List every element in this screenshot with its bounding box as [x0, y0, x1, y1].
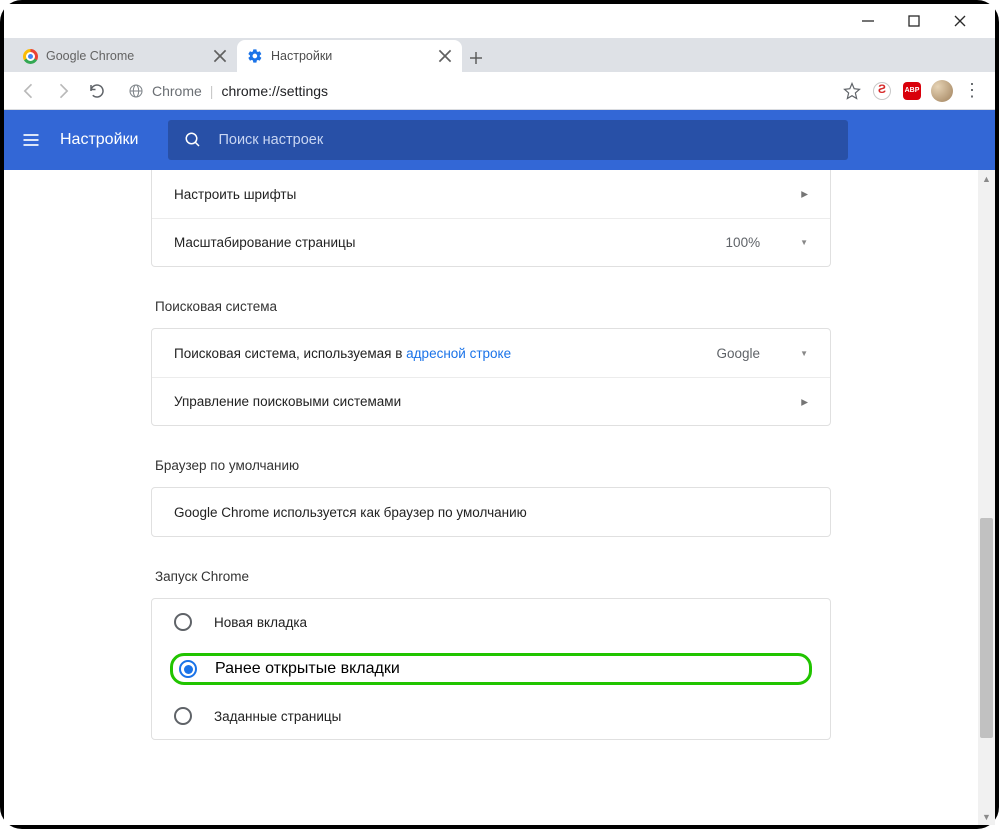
page-zoom-dropdown[interactable]: 100% ▼	[726, 235, 808, 250]
section-search-engine: Поисковая система	[155, 299, 831, 314]
vertical-scrollbar[interactable]: ▲ ▼	[978, 170, 995, 825]
dropdown-value: 100%	[726, 235, 761, 250]
tab-google-chrome[interactable]: Google Chrome	[12, 40, 237, 72]
startup-card: Новая вкладка Ранее открытые вкладки Зад…	[151, 598, 831, 740]
default-browser-row: Google Chrome используется как браузер п…	[152, 488, 830, 536]
chrome-menu-button[interactable]: ⋮	[961, 80, 983, 102]
row-label: Управление поисковыми системами	[174, 394, 401, 409]
back-button[interactable]	[16, 78, 42, 104]
default-browser-card: Google Chrome используется как браузер п…	[151, 487, 831, 537]
caret-down-icon: ▼	[800, 349, 808, 358]
toolbar: Chrome | chrome://settings ABP ⋮	[4, 72, 995, 110]
settings-header: Настройки	[4, 110, 995, 170]
settings-content: Настроить шрифты ▸ Масштабирование стран…	[4, 170, 978, 825]
window-controls-bar	[4, 4, 995, 38]
tab-title: Настройки	[271, 49, 430, 63]
tab-strip: Google Chrome Настройки	[4, 38, 995, 72]
tab-close-icon[interactable]	[438, 49, 452, 63]
chevron-right-icon: ▸	[801, 394, 808, 410]
reload-button[interactable]	[84, 78, 110, 104]
profile-avatar[interactable]	[931, 80, 953, 102]
manage-search-engines-row[interactable]: Управление поисковыми системами ▸	[152, 377, 830, 425]
adblock-extension-icon[interactable]: ABP	[901, 80, 923, 102]
tab-title: Google Chrome	[46, 49, 205, 63]
site-info-icon[interactable]	[128, 83, 144, 99]
window-minimize-button[interactable]	[859, 12, 877, 30]
radio-icon	[174, 613, 192, 631]
appearance-card: Настроить шрифты ▸ Масштабирование стран…	[151, 170, 831, 267]
radio-icon	[179, 660, 197, 678]
settings-search[interactable]	[168, 120, 848, 160]
row-label: Масштабирование страницы	[174, 235, 355, 250]
search-icon	[184, 131, 202, 149]
window-maximize-button[interactable]	[905, 12, 923, 30]
settings-viewport: Настроить шрифты ▸ Масштабирование стран…	[4, 170, 995, 825]
chevron-right-icon: ▸	[801, 186, 808, 202]
startup-option-specific-pages[interactable]: Заданные страницы	[152, 693, 830, 739]
radio-label: Ранее открытые вкладки	[215, 660, 400, 678]
window-close-button[interactable]	[951, 12, 969, 30]
yandex-extension-icon[interactable]	[871, 80, 893, 102]
forward-button[interactable]	[50, 78, 76, 104]
startup-option-continue[interactable]: Ранее открытые вкладки	[152, 645, 830, 693]
radio-icon	[174, 707, 192, 725]
scrollbar-thumb[interactable]	[980, 518, 993, 738]
row-label: Поисковая система, используемая в адресн…	[174, 346, 511, 361]
page-title: Настройки	[60, 131, 138, 149]
dropdown-value: Google	[717, 346, 761, 361]
search-engine-card: Поисковая система, используемая в адресн…	[151, 328, 831, 426]
tab-close-icon[interactable]	[213, 49, 227, 63]
row-label: Google Chrome используется как браузер п…	[174, 505, 527, 520]
url-text: chrome://settings	[221, 83, 328, 99]
address-bar[interactable]: Chrome | chrome://settings	[118, 77, 833, 105]
scroll-up-icon[interactable]: ▲	[978, 170, 995, 187]
address-bar-link[interactable]: адресной строке	[406, 346, 511, 361]
settings-favicon-icon	[247, 48, 263, 64]
section-startup: Запуск Chrome	[155, 569, 831, 584]
customize-fonts-row[interactable]: Настроить шрифты ▸	[152, 170, 830, 218]
chrome-favicon-icon	[22, 48, 38, 64]
tab-settings[interactable]: Настройки	[237, 40, 462, 72]
scroll-down-icon[interactable]: ▼	[978, 808, 995, 825]
radio-label: Новая вкладка	[214, 615, 307, 630]
page-zoom-row: Масштабирование страницы 100% ▼	[152, 218, 830, 266]
menu-toggle-icon[interactable]	[20, 129, 42, 151]
search-engine-dropdown[interactable]: Google ▼	[717, 346, 808, 361]
highlight-annotation: Ранее открытые вкладки	[170, 653, 812, 685]
caret-down-icon: ▼	[800, 238, 808, 247]
startup-option-new-tab[interactable]: Новая вкладка	[152, 599, 830, 645]
row-label: Настроить шрифты	[174, 187, 296, 202]
settings-search-input[interactable]	[218, 132, 832, 148]
radio-label: Заданные страницы	[214, 709, 341, 724]
search-engine-row: Поисковая система, используемая в адресн…	[152, 329, 830, 377]
url-chip: Chrome	[152, 83, 202, 99]
new-tab-button[interactable]	[462, 44, 490, 72]
bookmark-star-icon[interactable]	[841, 80, 863, 102]
section-default-browser: Браузер по умолчанию	[155, 458, 831, 473]
